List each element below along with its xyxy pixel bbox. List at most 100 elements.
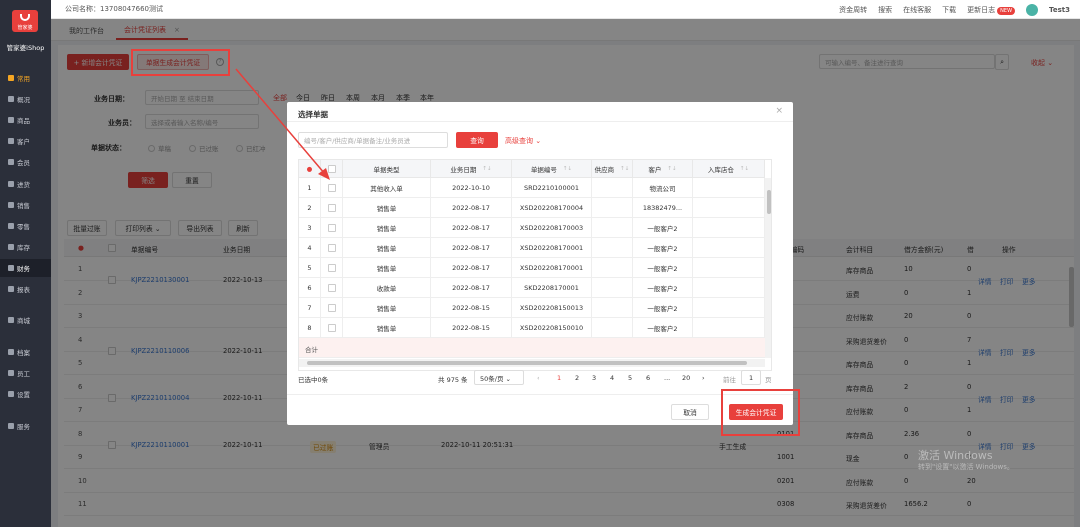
supplier	[592, 178, 633, 198]
finance-icon	[8, 265, 14, 271]
sidebar-item-mall[interactable]: 商城	[0, 311, 51, 329]
sort-icon[interactable]: ↑↓	[620, 166, 629, 172]
modal-search-input[interactable]: 编号/客户/供应商/单据备注/业务员进	[298, 132, 448, 148]
page-ellipsis[interactable]: ...	[664, 374, 670, 382]
cancel-button[interactable]: 取消	[671, 404, 709, 420]
page-20[interactable]: 20	[682, 374, 690, 382]
col-customer[interactable]: 客户 ↑↓	[633, 160, 693, 178]
user-name[interactable]: Test3	[1049, 6, 1070, 14]
row-checkbox[interactable]	[321, 178, 343, 198]
page-2[interactable]: 2	[575, 374, 579, 382]
row-checkbox[interactable]	[321, 258, 343, 278]
toplink-funds[interactable]: 资金周转	[839, 5, 867, 15]
col-warehouse[interactable]: 入库店仓 ↑↓	[693, 160, 765, 178]
toplink-download[interactable]: 下载	[942, 5, 956, 15]
row-checkbox[interactable]	[321, 318, 343, 338]
close-icon[interactable]: ×	[775, 106, 783, 116]
page-1[interactable]: 1	[557, 374, 561, 382]
col-select[interactable]	[321, 160, 343, 178]
sidebar-item-service[interactable]: 服务	[0, 417, 51, 435]
new-badge: NEW	[997, 6, 1016, 15]
col-settings[interactable]: ●	[299, 160, 321, 178]
vertical-scrollbar[interactable]	[765, 178, 771, 358]
doc-no-link[interactable]: XSD202208170003	[512, 218, 592, 238]
col-doc-type[interactable]: 单据类型	[343, 160, 431, 178]
doc-no-link[interactable]: XSD202208150013	[512, 298, 592, 318]
col-doc-date[interactable]: 业务日期 ↑↓	[431, 160, 512, 178]
row-checkbox[interactable]	[327, 243, 336, 252]
doc-no-link[interactable]: SKD2208170001	[512, 278, 592, 298]
supplier	[592, 318, 633, 338]
advanced-search-link[interactable]: 高级查询 ⌄	[505, 136, 541, 146]
goto-page-input[interactable]: 1	[741, 370, 761, 385]
row-index: 8	[299, 318, 321, 338]
sales-icon	[8, 202, 14, 208]
highlight-box-generate	[131, 49, 230, 76]
customer: 物流公司	[633, 178, 693, 198]
doc-no-link[interactable]: XSD202208170001	[512, 258, 592, 278]
row-index: 2	[299, 198, 321, 218]
sidebar-item-frequent[interactable]: 常用	[0, 69, 51, 87]
next-page-icon[interactable]: ›	[702, 374, 705, 382]
modal-title: 选择单据	[298, 110, 328, 119]
row-checkbox[interactable]	[321, 218, 343, 238]
sidebar-item-finance[interactable]: 财务	[0, 259, 51, 277]
select-document-modal: 选择单据 × 编号/客户/供应商/单据备注/业务员进 查询 高级查询 ⌄ ● 单…	[287, 102, 793, 425]
sort-icon[interactable]: ↑↓	[740, 166, 749, 172]
sidebar-item-report[interactable]: 报表	[0, 280, 51, 298]
sidebar-item-archive[interactable]: 档案	[0, 343, 51, 361]
doc-no-link[interactable]: XSD202208170001	[512, 238, 592, 258]
sidebar-item-settings[interactable]: 设置	[0, 385, 51, 403]
sidebar-item-inventory[interactable]: 库存	[0, 238, 51, 256]
warehouse	[693, 218, 765, 238]
row-checkbox[interactable]	[327, 303, 336, 312]
doc-no-link[interactable]: SRD2210100001	[512, 178, 592, 198]
row-checkbox[interactable]	[321, 198, 343, 218]
doc-no-link[interactable]: XSD202208150010	[512, 318, 592, 338]
sidebar-item-purchase[interactable]: 进货	[0, 175, 51, 193]
row-checkbox[interactable]	[327, 323, 336, 332]
sidebar-item-retail[interactable]: 零售	[0, 217, 51, 235]
inventory-icon	[8, 244, 14, 250]
sidebar-item-member[interactable]: 会员	[0, 153, 51, 171]
sidebar-item-sales[interactable]: 销售	[0, 196, 51, 214]
sort-icon[interactable]: ↑↓	[482, 166, 491, 172]
sidebar-item-customer[interactable]: 客户	[0, 132, 51, 150]
page-size-select[interactable]: 50条/页 ⌄	[474, 370, 524, 385]
changelog-label: 更新日志	[967, 5, 996, 14]
row-checkbox[interactable]	[321, 278, 343, 298]
row-checkbox[interactable]	[321, 298, 343, 318]
customer: 18382479...	[633, 198, 693, 218]
prev-page-icon[interactable]: ‹	[537, 374, 540, 382]
select-all-checkbox[interactable]	[327, 164, 336, 173]
sort-icon[interactable]: ↑↓	[667, 166, 676, 172]
page-4[interactable]: 4	[610, 374, 614, 382]
horizontal-scrollbar[interactable]	[299, 359, 765, 367]
col-supplier[interactable]: 供应商 ↑↓	[592, 160, 633, 178]
toplink-search[interactable]: 搜索	[878, 5, 892, 15]
sidebar-item-product[interactable]: 商品	[0, 111, 51, 129]
warehouse	[693, 318, 765, 338]
col-doc-no[interactable]: 单据编号 ↑↓	[512, 160, 592, 178]
row-checkbox[interactable]	[327, 283, 336, 292]
page-6[interactable]: 6	[646, 374, 650, 382]
sort-icon[interactable]: ↑↓	[563, 166, 572, 172]
row-checkbox[interactable]	[327, 183, 336, 192]
page-3[interactable]: 3	[592, 374, 596, 382]
page-unit: 页	[765, 376, 772, 384]
avatar[interactable]	[1026, 3, 1039, 16]
windows-watermark-hint: 转到"设置"以激活 Windows。	[918, 463, 1014, 471]
toplink-service[interactable]: 在线客服	[903, 5, 931, 15]
warehouse	[693, 258, 765, 278]
sidebar-item-staff[interactable]: 员工	[0, 364, 51, 382]
sidebar-item-overview[interactable]: 概况	[0, 90, 51, 108]
toplink-changelog[interactable]: 更新日志 NEW	[967, 5, 1016, 15]
row-checkbox[interactable]	[327, 203, 336, 212]
page-5[interactable]: 5	[628, 374, 632, 382]
row-checkbox[interactable]	[321, 238, 343, 258]
row-checkbox[interactable]	[327, 223, 336, 232]
row-index: 6	[299, 278, 321, 298]
doc-no-link[interactable]: XSD202208170004	[512, 198, 592, 218]
row-checkbox[interactable]	[327, 263, 336, 272]
modal-search-button[interactable]: 查询	[456, 132, 498, 148]
